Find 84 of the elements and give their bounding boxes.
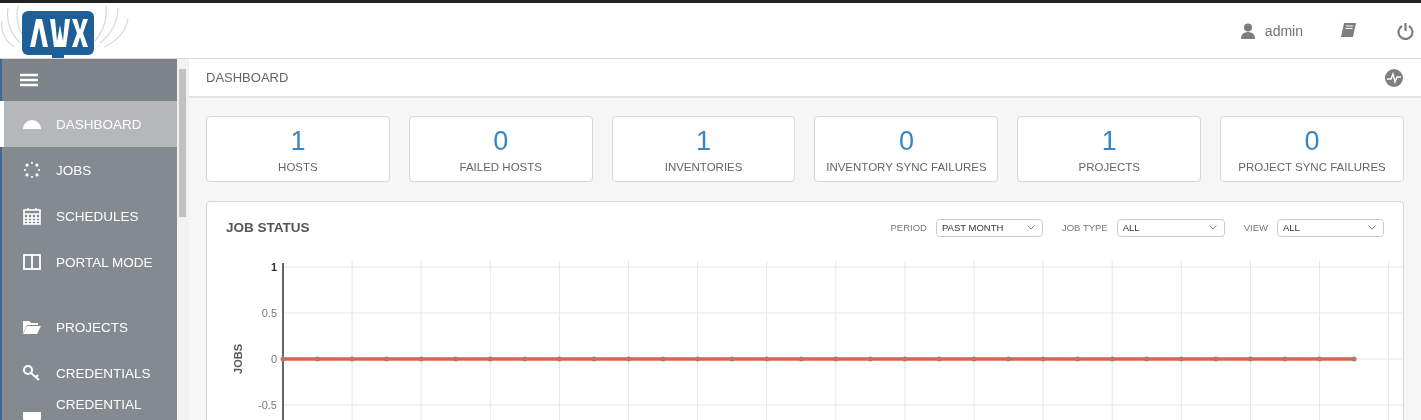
user-icon[interactable]	[1240, 22, 1255, 39]
data-point	[1213, 356, 1219, 362]
data-point	[867, 356, 873, 362]
user-name[interactable]: admin	[1264, 22, 1303, 39]
data-point	[1006, 356, 1012, 362]
filter-label: PERIOD	[890, 222, 927, 233]
nav-item[interactable]: PROJECTS	[0, 304, 177, 350]
count-label: PROJECT SYNC FAILURES	[1238, 161, 1386, 173]
activity-icon[interactable]	[1385, 68, 1403, 87]
card-icon	[22, 412, 42, 420]
y-tick-label: 0	[270, 353, 277, 365]
breadcrumb: DASHBOARD	[206, 70, 289, 85]
count-value: 0	[1304, 125, 1320, 157]
panel-title: JOB STATUS	[226, 220, 310, 235]
power-icon[interactable]	[1397, 21, 1414, 40]
count-value: 1	[1101, 125, 1117, 157]
data-point	[1351, 356, 1357, 362]
count-card[interactable]: 0 FAILED HOSTS	[408, 116, 593, 182]
data-point	[1109, 356, 1115, 362]
data-point	[280, 356, 286, 362]
data-point	[1075, 356, 1081, 362]
nav-item[interactable]: SCHEDULES	[0, 193, 177, 239]
data-point	[798, 356, 804, 362]
nav-item[interactable]: CREDENTIALS	[0, 350, 177, 396]
count-card[interactable]: 1 HOSTS	[206, 116, 390, 182]
data-point	[1040, 356, 1046, 362]
data-point	[384, 356, 390, 362]
filter-label: JOB TYPE	[1061, 222, 1108, 233]
data-point	[1247, 356, 1253, 362]
data-point	[971, 356, 977, 362]
data-point	[902, 356, 908, 362]
count-value: 0	[898, 125, 914, 157]
nav-item[interactable]: CREDENTIAL	[0, 396, 177, 420]
count-value: 1	[290, 125, 306, 157]
filter-dropdown[interactable]: PAST MONTH	[935, 218, 1043, 237]
count-label: FAILED HOSTS	[459, 161, 542, 173]
y-tick-label: -0.5	[258, 399, 277, 411]
scrollbar[interactable]	[177, 59, 189, 420]
data-point	[315, 356, 321, 362]
data-point	[418, 356, 424, 362]
data-point	[1144, 356, 1150, 362]
key-icon	[22, 363, 42, 383]
data-point	[1282, 356, 1288, 362]
chevron-icon	[1026, 225, 1035, 230]
data-point	[453, 356, 459, 362]
count-label: PROJECTS	[1078, 161, 1140, 173]
data-point	[591, 356, 597, 362]
count-label: INVENTORIES	[664, 161, 743, 173]
columns-icon	[22, 252, 42, 272]
data-point	[936, 356, 942, 362]
data-point	[1178, 356, 1184, 362]
count-label: HOSTS	[278, 161, 318, 173]
data-point	[695, 356, 701, 362]
data-point	[729, 356, 735, 362]
count-value: 1	[696, 125, 712, 157]
calendar-icon	[22, 206, 42, 226]
data-point	[660, 356, 666, 362]
count-value: 0	[493, 125, 509, 157]
data-point	[764, 356, 770, 362]
filter-dropdown[interactable]: ALL	[1116, 218, 1225, 237]
nav-item[interactable]: JOBS	[0, 147, 177, 193]
filter-label: VIEW	[1243, 222, 1268, 233]
data-point	[556, 356, 562, 362]
data-point	[349, 356, 355, 362]
data-point	[626, 356, 631, 362]
data-point	[522, 356, 528, 362]
data-point	[487, 356, 493, 362]
nav-item[interactable]: PORTAL MODE	[0, 239, 177, 285]
count-card[interactable]: 1 INVENTORIES	[611, 116, 796, 182]
chevron-icon	[1368, 225, 1376, 230]
count-card[interactable]: 0 PROJECT SYNC FAILURES	[1220, 116, 1404, 182]
filter-dropdown[interactable]: ALL	[1277, 218, 1384, 237]
count-label: INVENTORY SYNC FAILURES	[826, 161, 987, 173]
y-axis-label: JOBS	[232, 344, 244, 374]
spinner-icon	[22, 160, 42, 180]
count-card[interactable]: 1 PROJECTS	[1017, 116, 1202, 182]
menu-icon[interactable]	[20, 73, 38, 87]
data-point	[833, 356, 839, 362]
data-point	[1317, 356, 1322, 362]
y-tick-label: 0.5	[261, 307, 277, 319]
y-tick-label: 1	[270, 261, 277, 273]
book-icon[interactable]	[1340, 22, 1357, 39]
chevron-icon	[1208, 225, 1217, 230]
count-card[interactable]: 0 INVENTORY SYNC FAILURES	[814, 116, 999, 182]
